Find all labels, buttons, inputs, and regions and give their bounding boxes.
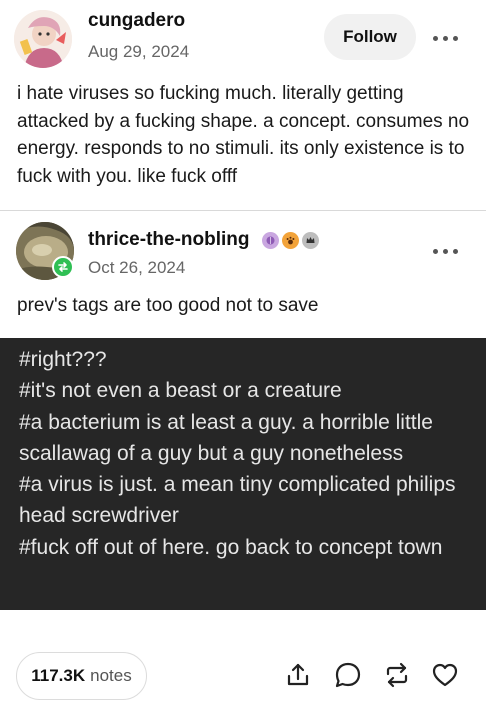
notes-button[interactable]: 117.3K notes xyxy=(16,652,147,700)
tags-block: #right??? #it's not even a beast or a cr… xyxy=(0,338,486,610)
notes-count: 117.3K xyxy=(31,666,86,685)
share-icon[interactable] xyxy=(281,658,315,692)
more-options-icon[interactable] xyxy=(430,244,460,258)
reblog-icon[interactable] xyxy=(380,658,414,692)
reblog-badge-icon xyxy=(52,256,74,278)
post-date: Oct 26, 2024 xyxy=(88,258,186,277)
tag-item[interactable]: #a bacterium is at least a guy. a horrib… xyxy=(0,407,486,470)
notes-label: notes xyxy=(90,666,132,685)
post-body-text: prev's tags are too good not to save xyxy=(17,295,319,316)
like-icon[interactable] xyxy=(428,658,462,692)
paw-badge-icon xyxy=(282,232,299,249)
tag-item[interactable]: #it's not even a beast or a creature xyxy=(0,375,486,406)
tag-item[interactable]: #a virus is just. a mean tiny complicate… xyxy=(0,469,486,532)
crown-badge-icon xyxy=(302,232,319,249)
tag-item[interactable]: #right??? xyxy=(0,344,486,375)
reblog-post: thrice-the-nobling Oct 26, 2024 prev's t… xyxy=(0,0,486,716)
reblogger-username[interactable]: thrice-the-nobling xyxy=(88,229,249,251)
brain-badge-icon xyxy=(262,232,279,249)
reply-icon[interactable] xyxy=(331,658,365,692)
user-badges xyxy=(262,232,319,249)
tag-item[interactable]: #fuck off out of here. go back to concep… xyxy=(0,532,486,563)
